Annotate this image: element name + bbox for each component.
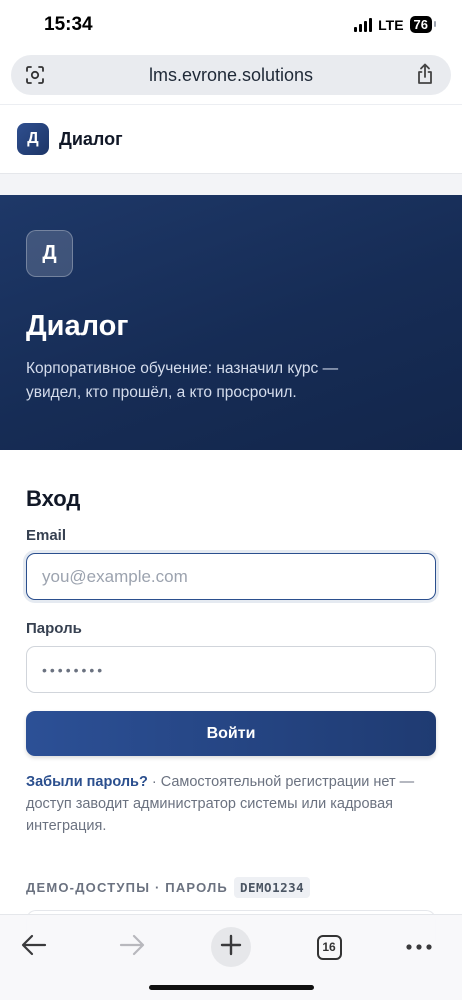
help-text: Забыли пароль? · Самостоятельной регистр…	[26, 771, 426, 837]
back-arrow-icon	[20, 933, 48, 962]
forward-arrow-icon	[118, 933, 146, 962]
brand-name[interactable]: Диалог	[59, 129, 123, 150]
forgot-password-link[interactable]: Забыли пароль?	[26, 774, 148, 790]
hero-logo: Д	[26, 230, 73, 277]
address-bar[interactable]: lms.evrone.solutions	[11, 55, 451, 95]
email-field[interactable]	[26, 553, 436, 600]
login-title: Вход	[26, 486, 81, 511]
status-time: 15:34	[44, 14, 93, 35]
forward-button[interactable]	[112, 927, 152, 967]
demo-heading: ДЕМО-ДОСТУПЫ · ПАРОЛЬ DEMO1234	[26, 877, 311, 898]
network-type: LTE	[378, 16, 404, 33]
section-divider	[0, 174, 462, 195]
login-button[interactable]: Войти	[26, 711, 436, 756]
demo-password-code: DEMO1234	[233, 877, 311, 898]
url-text[interactable]: lms.evrone.solutions	[11, 65, 451, 86]
app-header: Д Диалог	[0, 104, 462, 174]
home-indicator[interactable]	[149, 985, 314, 990]
brand-logo[interactable]: Д	[17, 123, 49, 155]
hero-tagline: Корпоративное обучение: назначил курс — …	[26, 360, 339, 401]
more-icon	[405, 938, 433, 956]
back-button[interactable]	[14, 927, 54, 967]
demo-heading-label: ДЕМО-ДОСТУПЫ · ПАРОЛЬ	[26, 880, 228, 895]
signal-icon	[354, 17, 373, 32]
status-indicators: LTE 76	[354, 16, 437, 33]
hero-title: Диалог	[26, 310, 129, 342]
password-label: Пароль	[26, 620, 82, 637]
new-tab-button[interactable]	[211, 927, 251, 967]
password-field[interactable]	[26, 646, 436, 693]
plus-icon	[220, 934, 242, 961]
share-icon[interactable]	[415, 63, 435, 85]
more-button[interactable]	[399, 927, 439, 967]
tabs-icon: 16	[316, 934, 342, 960]
hero-banner: Д Диалог Корпоративное обучение: назначи…	[0, 195, 462, 450]
tabs-button[interactable]: 16	[309, 927, 349, 967]
status-bar: 15:34 LTE 76	[0, 0, 462, 52]
email-label: Email	[26, 527, 67, 544]
battery-icon: 76	[409, 16, 437, 33]
